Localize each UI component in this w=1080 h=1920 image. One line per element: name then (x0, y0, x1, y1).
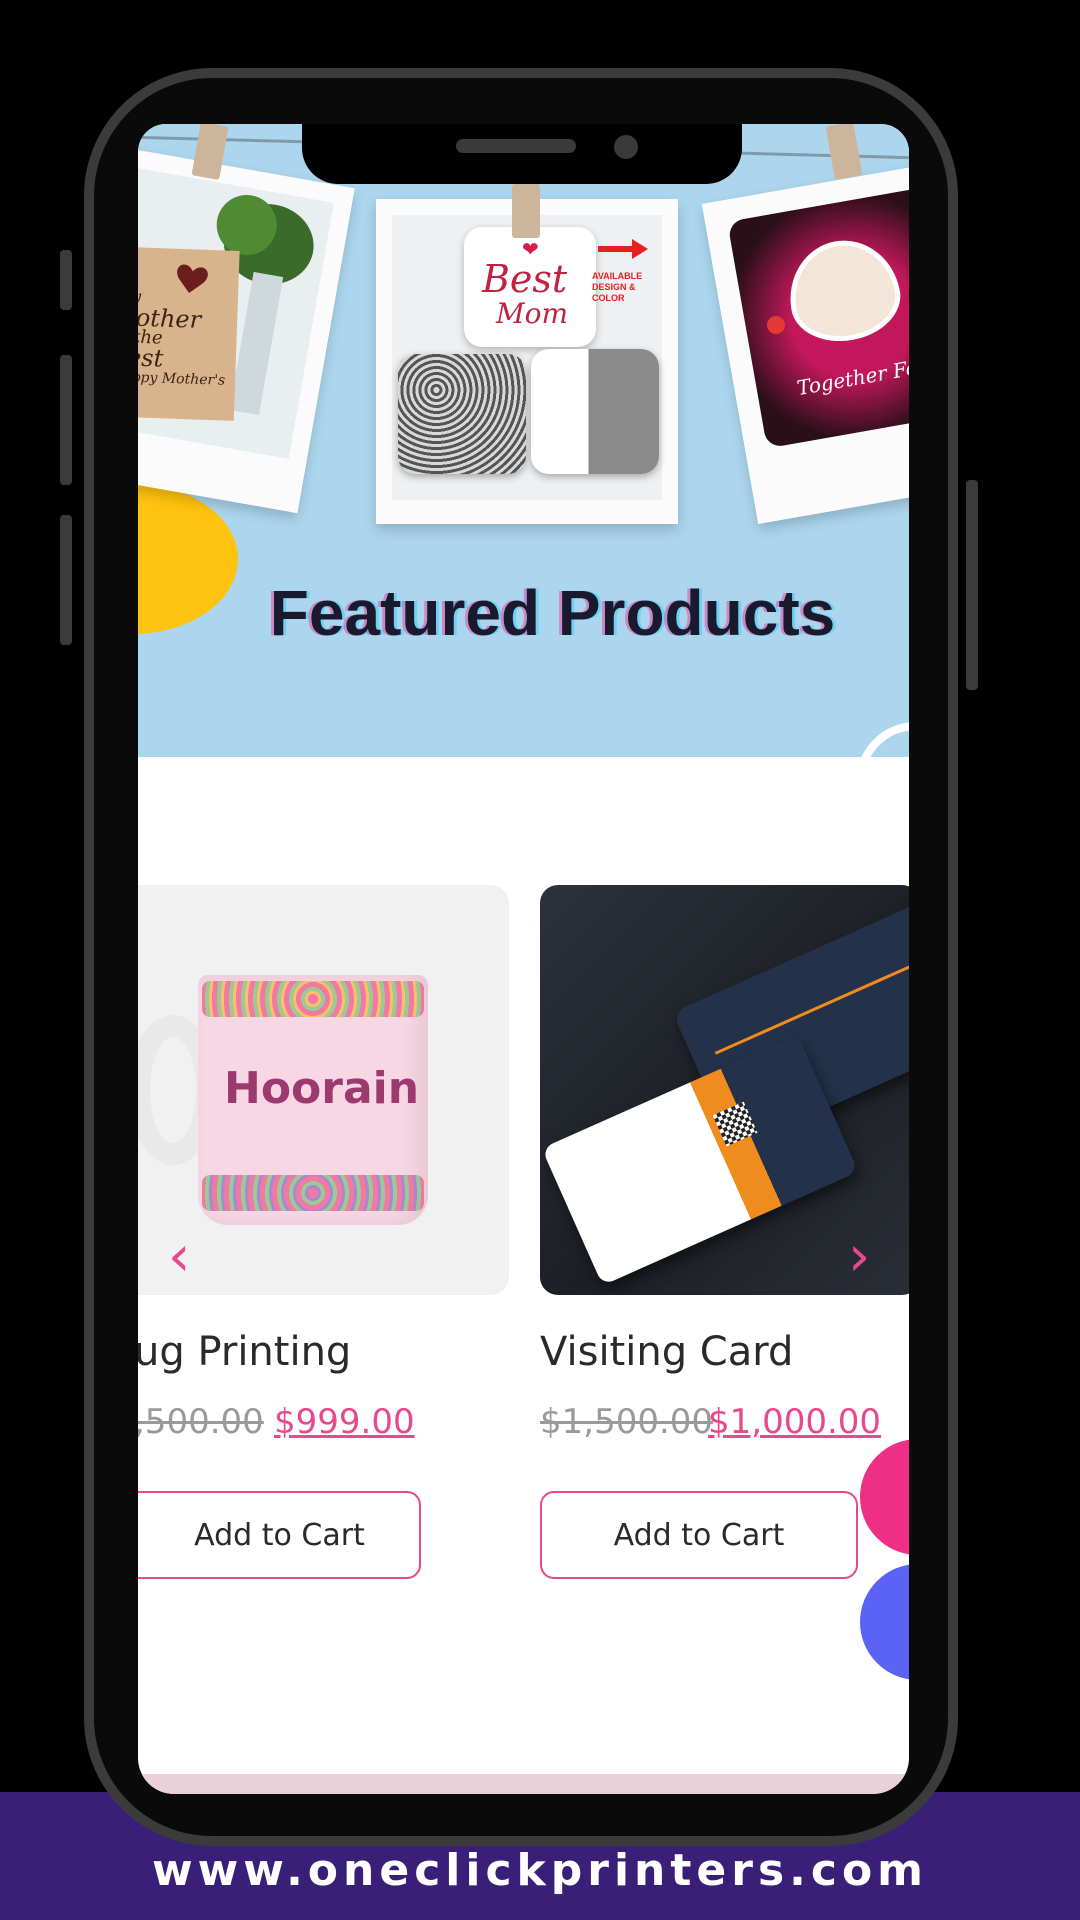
website-url: www.oneclickprinters.com (151, 1845, 929, 1896)
product-name[interactable]: ug Printing (138, 1329, 351, 1375)
phone-notch (302, 124, 742, 184)
add-to-cart-button[interactable]: Add to Cart (540, 1491, 858, 1579)
chevron-right-icon[interactable]: › (848, 1224, 870, 1289)
white-ring (856, 722, 909, 757)
flower-border (202, 981, 424, 1017)
arrow-right-icon (598, 239, 648, 259)
add-to-cart-button[interactable]: Add to Cart (138, 1491, 421, 1579)
pillow-half-sequin (531, 349, 659, 474)
polaroid-magic-mug: Together Forever (701, 158, 909, 525)
speaker-grille (456, 139, 576, 153)
phone-side-button (60, 250, 72, 310)
product-name[interactable]: Visiting Card (540, 1329, 793, 1375)
next-section-strip (138, 1774, 909, 1794)
phone-screen: my mother is the best Happy Mother's Day… (138, 124, 909, 1794)
pillow-sequin (398, 354, 526, 474)
pillow-best-text: Best (482, 257, 568, 301)
section-title: Featured Products (269, 577, 836, 649)
hero-banner: my mother is the best Happy Mother's Day… (138, 124, 909, 757)
mug-name-text: Hoorain (224, 1063, 420, 1114)
phone-side-button (966, 480, 978, 690)
chat-fab-button[interactable] (860, 1439, 909, 1555)
phone-side-button (60, 515, 72, 645)
polaroid-pillows: Best Mom ❤ AVAILABLE DESIGN & COLOR (376, 199, 678, 524)
design-color-note: AVAILABLE DESIGN & COLOR (592, 271, 643, 303)
old-price: $1,500.00 (540, 1402, 714, 1442)
phone-side-button (60, 355, 72, 485)
chevron-left-icon[interactable]: ‹ (168, 1224, 190, 1289)
mothers-day-text: my mother is the best Happy Mother's Day (138, 286, 234, 411)
phone-fab-button[interactable] (860, 1564, 909, 1680)
polaroid-mothers-day: my mother is the best Happy Mother's Day (138, 144, 355, 514)
product-image-mug[interactable]: Hoorain (138, 885, 509, 1295)
sale-price: $1,000.00 (708, 1402, 882, 1442)
clothes-peg (512, 184, 540, 238)
clothes-peg (825, 124, 863, 181)
heart-icon: ❤ (522, 239, 539, 261)
pushpin (767, 316, 785, 334)
card-line: Happy Mother's (138, 368, 226, 389)
flower-border (202, 1175, 424, 1211)
sale-price: $999.00 (274, 1402, 415, 1442)
old-price: ,500.00 (138, 1402, 264, 1442)
pillow-mom-text: Mom (496, 297, 569, 330)
front-camera (614, 135, 638, 159)
